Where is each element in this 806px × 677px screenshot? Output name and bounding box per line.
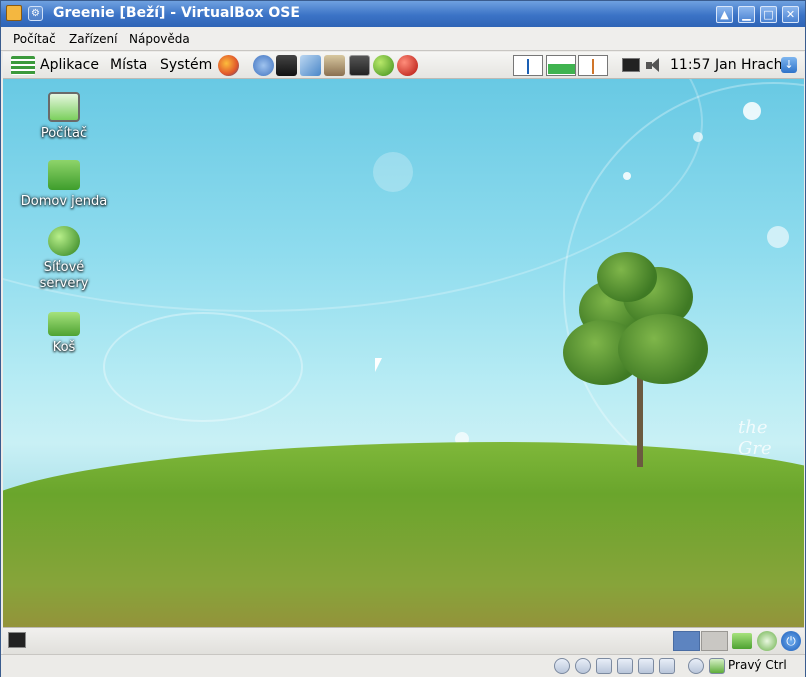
network-adapter-icon[interactable] (617, 658, 633, 674)
grass-hill (3, 442, 804, 627)
memory-monitor[interactable] (546, 55, 576, 76)
desktop-icon-home[interactable]: Domov jenda (9, 160, 119, 210)
green-apple-icon[interactable] (373, 55, 394, 76)
pidgin-icon[interactable] (253, 55, 274, 76)
top-panel: Aplikace Místa Systém 11:57 Jan Hrach ↓ (3, 52, 804, 79)
trash-applet-icon[interactable] (732, 633, 752, 649)
floppy-icon[interactable] (596, 658, 612, 674)
mouse-cursor-icon (375, 358, 382, 372)
movie-player-icon[interactable] (276, 55, 297, 76)
desktop-icon-label: Koš (52, 340, 76, 355)
wallpaper-watermark: the Gre (738, 417, 772, 459)
window-menu-button[interactable]: ⚙ (28, 6, 43, 21)
cpu-monitor[interactable] (513, 55, 543, 76)
workspace-1[interactable] (673, 631, 700, 651)
main-menu-icon[interactable] (11, 56, 35, 75)
sparkle (743, 102, 761, 120)
desktop-icon-computer[interactable]: Počítač (9, 92, 119, 142)
optical-drive-icon[interactable] (575, 658, 591, 674)
panel-user-name[interactable]: Jan Hrach (715, 57, 782, 73)
package-manager-icon[interactable] (324, 55, 345, 76)
desktop-icon-label: Síťové servery (39, 260, 89, 291)
show-desktop-icon[interactable] (8, 632, 26, 648)
usb-icon[interactable] (659, 658, 675, 674)
sparkle (623, 172, 631, 180)
trash-icon (48, 312, 80, 336)
host-key-label: Pravý Ctrl (728, 658, 787, 672)
close-button[interactable]: ✕ (782, 6, 799, 23)
virtualbox-window: ⚙ Greenie [Beží] - VirtualBox OSE ▲ ▁ □ … (0, 0, 806, 677)
panel-menu-aplikace[interactable]: Aplikace (40, 57, 99, 73)
sparkle (373, 152, 413, 192)
panel-clock[interactable]: 11:57 (670, 57, 710, 73)
text-editor-icon[interactable] (300, 55, 321, 76)
panel-menu-system[interactable]: Systém (160, 57, 212, 73)
menu-napoveda[interactable]: Nápověda (129, 32, 190, 46)
panel-menu-mista[interactable]: Místa (110, 57, 147, 73)
shutdown-icon[interactable]: ⏻ (781, 631, 801, 651)
tree-foliage (597, 252, 657, 302)
swirl-decoration (103, 312, 303, 422)
terminal-icon[interactable] (349, 55, 370, 76)
home-folder-icon (48, 160, 80, 190)
shared-folders-icon[interactable] (638, 658, 654, 674)
desktop-icon-trash[interactable]: Koš (9, 312, 119, 356)
sparkle (693, 132, 703, 142)
menu-zarizeni[interactable]: Zařízení (69, 32, 117, 46)
sparkle (767, 226, 789, 248)
maximize-button[interactable]: □ (760, 6, 777, 23)
menu-pocitac[interactable]: Počítač (13, 32, 56, 46)
network-status-icon[interactable] (622, 58, 640, 72)
user-menu-icon[interactable]: ↓ (781, 57, 797, 73)
red-apple-icon[interactable] (397, 55, 418, 76)
host-key-icon (709, 658, 725, 674)
desktop-icon-label: Domov jenda (20, 194, 108, 209)
tree-foliage (618, 314, 708, 384)
minimize-button[interactable]: ▁ (738, 6, 755, 23)
volume-icon[interactable] (646, 58, 664, 73)
network-monitor[interactable] (578, 55, 608, 76)
tree-trunk (637, 372, 643, 467)
network-icon (48, 226, 80, 256)
bottom-panel: ⏻ (3, 627, 804, 654)
desktop-icon-network[interactable]: Síťové servery (9, 226, 119, 292)
desktop-icon-label: Počítač (40, 126, 88, 141)
workspace-2[interactable] (701, 631, 728, 651)
virtualbox-app-icon[interactable] (6, 5, 22, 21)
mouse-integration-icon[interactable] (688, 658, 704, 674)
title-bar[interactable]: ⚙ Greenie [Beží] - VirtualBox OSE ▲ ▁ □ … (1, 1, 805, 27)
status-bar: Pravý Ctrl (1, 654, 805, 677)
update-notifier-icon[interactable] (757, 631, 777, 651)
firefox-icon[interactable] (218, 55, 239, 76)
computer-icon (48, 92, 80, 122)
hard-disk-icon[interactable] (554, 658, 570, 674)
guest-screen[interactable]: the Gre Aplikace Místa Systém 11:57 Jan … (3, 52, 804, 627)
window-title: Greenie [Beží] - VirtualBox OSE (53, 5, 300, 21)
shade-button[interactable]: ▲ (716, 6, 733, 23)
menu-bar: Počítač Zařízení Nápověda (1, 27, 805, 51)
